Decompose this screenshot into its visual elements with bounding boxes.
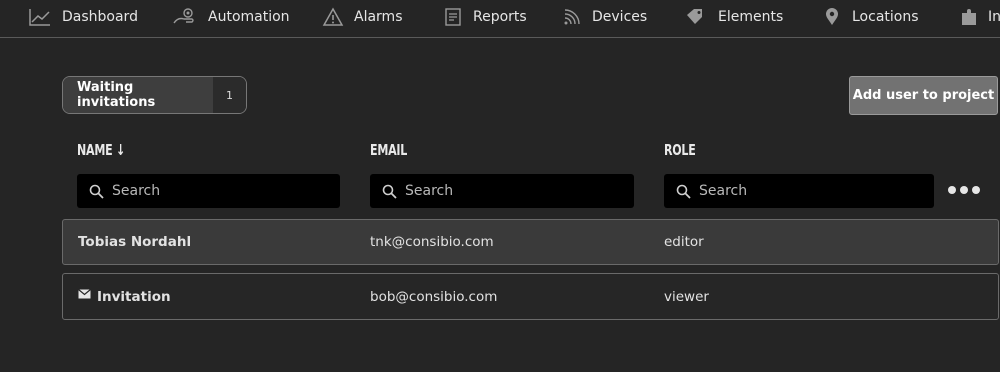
waiting-invitations-label: Waiting invitations [63,77,213,113]
role-search-input[interactable] [699,183,899,199]
nav-item-locations[interactable]: Locations [822,0,919,33]
hand-gear-icon [173,7,194,23]
user-name: Invitation [97,288,171,305]
more-dot-icon [960,186,968,194]
name-search-input[interactable] [112,183,312,199]
user-name-cell: Tobias Nordahl [78,220,191,264]
search-icon [676,184,691,199]
waiting-invitations-toggle[interactable]: Waiting invitations 1 [62,76,247,114]
table-row[interactable]: Invitation bob@consibio.com viewer [62,273,999,320]
add-user-button[interactable]: Add user to project [849,76,998,115]
top-navigation: Dashboard Automation Alarms Reports Devi… [0,0,1000,38]
nav-label: In [988,8,1000,25]
user-name: Tobias Nordahl [78,234,192,250]
column-header-role[interactable]: ROLE [664,141,696,159]
search-icon [89,184,104,199]
more-options-button[interactable] [948,180,982,200]
nav-item-automation[interactable]: Automation [172,0,290,33]
nav-label: Dashboard [62,8,138,25]
search-icon [382,184,397,199]
more-dot-icon [972,186,980,194]
report-document-icon [445,7,461,26]
nav-label: Devices [592,8,648,25]
waiting-invitations-count: 1 [213,77,246,113]
column-header-email[interactable]: EMAIL [370,141,407,159]
user-email: tnk@consibio.com [370,234,494,250]
nav-label: Elements [718,8,784,25]
nav-item-elements[interactable]: Elements [684,0,783,33]
more-dot-icon [948,186,956,194]
map-pin-icon [826,7,838,25]
email-search-input[interactable] [405,183,605,199]
puzzle-piece-icon [962,8,976,25]
nav-item-dashboard[interactable]: Dashboard [28,0,138,33]
nav-item-alarms[interactable]: Alarms [322,0,403,33]
warning-triangle-icon [322,6,344,26]
nav-label: Locations [852,8,919,25]
user-role: viewer [664,288,709,305]
email-search [370,174,634,208]
nav-label: Alarms [354,8,403,25]
nav-item-devices[interactable]: Devices [562,0,647,33]
chart-line-icon [29,8,50,26]
user-email: bob@consibio.com [370,288,498,305]
nav-label: Reports [473,8,527,25]
envelope-icon [78,288,91,298]
role-search [664,174,934,208]
table-row[interactable]: Tobias Nordahl tnk@consibio.com editor [62,219,999,265]
nav-item-reports[interactable]: Reports [443,0,527,33]
column-header-name[interactable]: NAME ↓ [77,141,125,159]
nav-item-more[interactable]: In [960,0,1000,33]
tags-icon [687,8,702,24]
nav-label: Automation [208,8,290,25]
name-search [77,174,340,208]
user-role: editor [664,234,704,250]
user-name-cell: Invitation [78,274,171,319]
signal-waves-icon [564,8,580,24]
